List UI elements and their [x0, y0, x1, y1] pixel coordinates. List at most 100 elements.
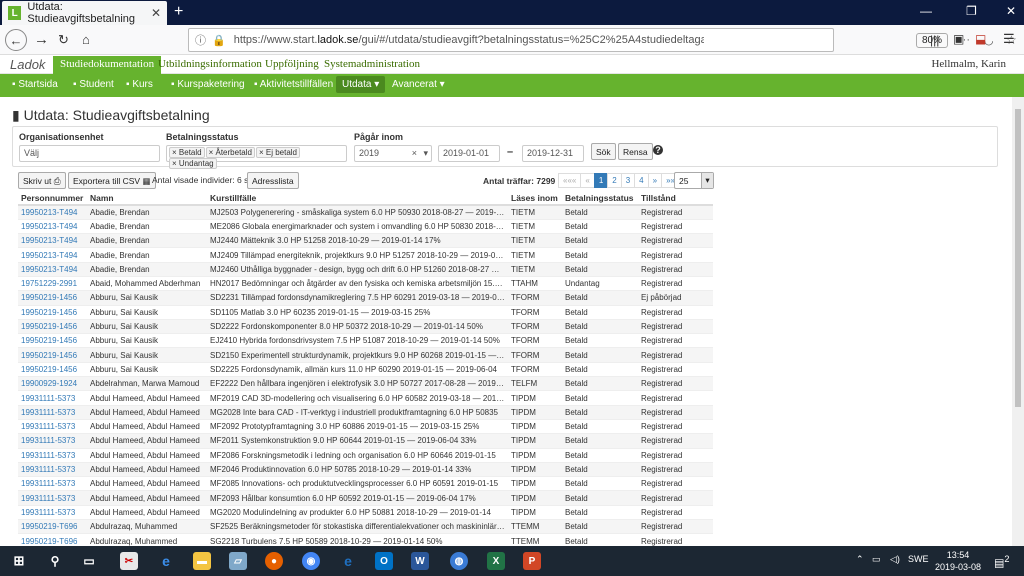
tray-chevron-icon[interactable]: ⌃: [856, 554, 864, 565]
column-header[interactable]: Läses inom: [508, 191, 562, 206]
print-button[interactable]: Skriv ut ⎙: [18, 172, 66, 189]
column-header[interactable]: Tillstånd: [638, 191, 713, 206]
outlook-icon[interactable]: O: [375, 552, 393, 570]
file-explorer-icon[interactable]: ▬: [193, 552, 211, 570]
nav-avancerat[interactable]: Avancerat ▾: [392, 79, 445, 90]
clock[interactable]: 13:54 2019-03-08: [935, 549, 981, 573]
column-header[interactable]: Betalningsstatus: [562, 191, 638, 206]
page-2[interactable]: 2: [607, 173, 622, 188]
first-page-icon[interactable]: «««: [558, 173, 582, 188]
next-page-icon[interactable]: »: [647, 173, 663, 188]
minimize-icon[interactable]: —: [920, 4, 932, 18]
browser-tab[interactable]: L Utdata: Studieavgiftsbetalning ✕: [2, 1, 167, 25]
chrome-icon[interactable]: ◉: [302, 552, 320, 570]
page-3[interactable]: 3: [620, 173, 636, 188]
tab-systemadministration[interactable]: Systemadministration: [317, 56, 427, 74]
menu-icon[interactable]: ☰: [1003, 31, 1015, 47]
close-window-icon[interactable]: ✕: [1006, 4, 1016, 18]
page-1[interactable]: 1: [593, 173, 609, 188]
address-list-button[interactable]: Adresslista: [247, 172, 299, 189]
language-indicator[interactable]: SWE: [908, 554, 929, 564]
status-multiselect[interactable]: × Betald × Återbetald × Ej betald × Undanta…: [166, 145, 347, 169]
info-icon[interactable]: ⓘ: [195, 32, 206, 48]
date-from-input[interactable]: 2019-01-01: [438, 145, 500, 162]
app-icon[interactable]: ◍: [450, 552, 468, 570]
personnummer-link[interactable]: 19950219-1456: [18, 333, 87, 348]
column-header[interactable]: Kurstillfälle: [207, 191, 508, 206]
library-icon[interactable]: |||: [930, 33, 939, 47]
tab-utbildningsinformation[interactable]: Utbildningsinformation: [151, 56, 269, 74]
tab-uppfoljning[interactable]: Uppföljning: [258, 56, 326, 74]
page-4[interactable]: 4: [634, 173, 649, 188]
personnummer-link[interactable]: 19931111-5373: [18, 461, 87, 477]
personnummer-link[interactable]: 19931111-5373: [18, 447, 87, 463]
page-scrollbar[interactable]: [1012, 97, 1024, 546]
search-icon[interactable]: ⚲: [46, 552, 64, 570]
volume-icon[interactable]: ◁): [890, 554, 900, 565]
ladok-logo[interactable]: Ladok: [10, 57, 45, 72]
url-text[interactable]: https://www.start.ladok.se/gui/#/utdata/…: [234, 34, 704, 46]
windows-start-icon[interactable]: ⊞: [10, 552, 28, 570]
new-tab-icon[interactable]: +: [174, 3, 183, 21]
user-menu[interactable]: Hellmalm, Karin: [931, 58, 1006, 70]
nav-utdata[interactable]: Utdata ▾: [336, 76, 386, 93]
page-size-select[interactable]: 25 ▾: [674, 172, 714, 189]
scrollbar-thumb[interactable]: [1015, 109, 1021, 407]
edge-icon[interactable]: e: [157, 552, 175, 570]
word-icon[interactable]: W: [411, 552, 429, 570]
personnummer-link[interactable]: 19931111-5373: [18, 418, 87, 434]
sidebar-icon[interactable]: ▣: [953, 32, 964, 46]
personnummer-link[interactable]: 19900929-1924: [18, 376, 87, 391]
personnummer-link[interactable]: 19931111-5373: [18, 390, 87, 406]
restore-icon[interactable]: ❐: [966, 4, 977, 18]
personnummer-link[interactable]: 19931111-5373: [18, 404, 87, 420]
nav-student[interactable]: ▪ Student: [73, 79, 114, 90]
nav-kurs[interactable]: ▪ Kurs: [126, 79, 153, 90]
personnummer-link[interactable]: 19950213-T494: [18, 247, 87, 263]
nav-aktivitetstillfallen[interactable]: ▪ Aktivitetstillfällen: [254, 79, 333, 90]
clear-icon[interactable]: ×: [412, 148, 417, 158]
search-button[interactable]: Sök: [591, 143, 616, 160]
column-header[interactable]: Namn: [87, 191, 207, 206]
powerpoint-icon[interactable]: P: [523, 552, 541, 570]
personnummer-link[interactable]: 19751229-2991: [18, 275, 87, 291]
personnummer-link[interactable]: 19950219-1456: [18, 318, 87, 334]
caret-down-icon[interactable]: ▾: [423, 148, 428, 159]
network-icon[interactable]: ▭: [872, 554, 881, 565]
close-tab-icon[interactable]: ✕: [151, 6, 161, 20]
personnummer-link[interactable]: 19950219-1456: [18, 304, 87, 320]
prev-page-icon[interactable]: «: [580, 173, 595, 188]
nav-kurspaketering[interactable]: ▪ Kurspaketering: [171, 79, 245, 90]
org-select[interactable]: Välj: [19, 145, 160, 162]
notes-icon[interactable]: ▱: [229, 552, 247, 570]
pdf-icon[interactable]: ⬓: [975, 32, 986, 46]
personnummer-link[interactable]: 19950213-T494: [18, 204, 87, 220]
personnummer-link[interactable]: 19950213-T494: [18, 218, 87, 234]
personnummer-link[interactable]: 19950219-1456: [18, 361, 87, 377]
personnummer-link[interactable]: 19931111-5373: [18, 433, 87, 449]
snipping-tool-icon[interactable]: ✂: [120, 552, 138, 570]
personnummer-link[interactable]: 19950219-1456: [18, 347, 87, 363]
date-to-input[interactable]: 2019-12-31: [522, 145, 584, 162]
back-icon[interactable]: ←: [5, 29, 27, 51]
chip-aterbetald[interactable]: × Återbetald: [205, 147, 255, 158]
notifications-icon[interactable]: ▤2: [994, 554, 1010, 570]
personnummer-link[interactable]: 19931111-5373: [18, 476, 87, 491]
firefox-icon[interactable]: ●: [265, 552, 283, 570]
personnummer-link[interactable]: 19931111-5373: [18, 504, 87, 520]
chip-betald[interactable]: × Betald: [169, 147, 205, 158]
year-select[interactable]: 2019 × ▾: [354, 145, 432, 162]
url-bar[interactable]: ⓘ 🔒 https://www.start.ladok.se/gui/#/utd…: [188, 28, 1017, 52]
personnummer-link[interactable]: 19931111-5373: [18, 490, 87, 506]
tab-studiedokumentation[interactable]: Studiedokumentation: [53, 56, 162, 74]
column-header[interactable]: Personnummer: [18, 191, 87, 206]
personnummer-link[interactable]: 19950213-T494: [18, 233, 87, 248]
help-icon[interactable]: ?: [653, 145, 663, 155]
personnummer-link[interactable]: 19950219-1456: [18, 290, 87, 306]
personnummer-link[interactable]: 19950219-T696: [18, 519, 87, 534]
task-view-icon[interactable]: ▭: [80, 552, 98, 570]
home-icon[interactable]: ⌂: [82, 32, 90, 47]
export-csv-button[interactable]: Exportera till CSV ▦: [68, 172, 156, 189]
internet-explorer-icon[interactable]: e: [339, 552, 357, 570]
nav-startsida[interactable]: ▪ Startsida: [12, 79, 58, 90]
